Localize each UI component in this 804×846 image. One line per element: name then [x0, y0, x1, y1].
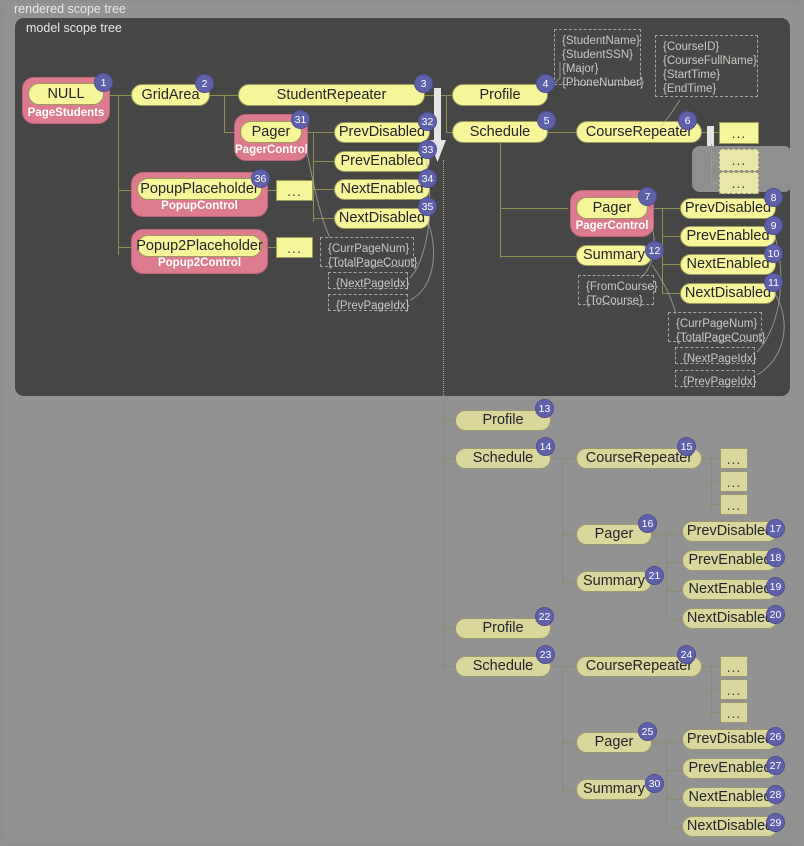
- repeater-instance-box[interactable]: ...: [720, 702, 748, 723]
- repeater-instance-box[interactable]: ...: [720, 656, 748, 677]
- badge-1: 1: [94, 73, 113, 92]
- badge-16: 16: [638, 514, 657, 533]
- connector: [666, 534, 667, 620]
- badge-23: 23: [536, 645, 555, 664]
- connector: [562, 666, 563, 791]
- connector: [666, 799, 682, 800]
- badge-26: 26: [766, 727, 785, 746]
- badge-5: 5: [537, 111, 556, 130]
- connector: [551, 458, 576, 459]
- connector: [443, 458, 455, 459]
- repeater-instance-box[interactable]: ...: [720, 679, 748, 700]
- connector: [711, 481, 720, 482]
- connector: [666, 827, 682, 828]
- badge-4: 4: [536, 74, 555, 93]
- connector: [666, 742, 667, 828]
- diagram-canvas: rendered scope tree model scope tree Pag…: [0, 0, 804, 846]
- badge-31: 31: [291, 110, 310, 129]
- connector: [711, 666, 712, 716]
- badge-13: 13: [535, 399, 554, 418]
- badge-12: 12: [645, 241, 664, 260]
- connector: [666, 619, 682, 620]
- badge-2: 2: [195, 74, 214, 93]
- badge-8: 8: [764, 188, 783, 207]
- badge-3: 3: [414, 74, 433, 93]
- connector: [443, 666, 455, 667]
- connector: [551, 666, 576, 667]
- node-prevdisabled-3[interactable]: PrevDisabled: [682, 521, 778, 542]
- badge-34: 34: [418, 169, 437, 188]
- connector: [443, 628, 455, 629]
- badge-6: 6: [678, 111, 697, 130]
- connector: [443, 420, 455, 421]
- connector: [711, 458, 712, 508]
- connector: [711, 689, 720, 690]
- badge-19: 19: [766, 577, 785, 596]
- node-nextdisabled-3[interactable]: NextDisabled: [682, 608, 778, 629]
- badge-21: 21: [645, 566, 664, 585]
- connector: [652, 534, 682, 535]
- badge-9: 9: [764, 216, 783, 235]
- node-summary-2[interactable]: Summary: [576, 571, 652, 592]
- badge-29: 29: [766, 813, 785, 832]
- badge-7: 7: [638, 187, 657, 206]
- badge-14: 14: [536, 437, 555, 456]
- node-prevdisabled-4[interactable]: PrevDisabled: [682, 729, 778, 750]
- badge-10: 10: [764, 244, 783, 263]
- connector: [443, 404, 444, 669]
- node-prevenabled-3[interactable]: PrevEnabled: [682, 550, 778, 571]
- connector: [652, 742, 682, 743]
- badge-17: 17: [766, 519, 785, 538]
- badge-36: 36: [251, 169, 270, 188]
- badge-11: 11: [764, 273, 783, 292]
- badge-28: 28: [766, 785, 785, 804]
- badge-35: 35: [418, 197, 437, 216]
- badge-22: 22: [535, 607, 554, 626]
- repeater-instance-box[interactable]: ...: [720, 448, 748, 469]
- connector: [711, 712, 720, 713]
- badge-24: 24: [677, 645, 696, 664]
- badge-27: 27: [766, 756, 785, 775]
- badge-30: 30: [645, 774, 664, 793]
- node-nextdisabled-4[interactable]: NextDisabled: [682, 816, 778, 837]
- connector: [562, 458, 563, 583]
- badge-32: 32: [418, 112, 437, 131]
- connector: [711, 504, 720, 505]
- node-prevenabled-4[interactable]: PrevEnabled: [682, 758, 778, 779]
- connector: [562, 582, 576, 583]
- repeater-instance-box[interactable]: ...: [720, 471, 748, 492]
- connector: [666, 591, 682, 592]
- badge-18: 18: [766, 548, 785, 567]
- node-summary-3[interactable]: Summary: [576, 779, 652, 800]
- node-nextenabled-4[interactable]: NextEnabled: [682, 787, 778, 808]
- connector: [562, 790, 576, 791]
- connector: [562, 742, 576, 743]
- badge-25: 25: [638, 722, 657, 741]
- badge-33: 33: [418, 140, 437, 159]
- repeater-instance-box[interactable]: ...: [720, 494, 748, 515]
- connector: [666, 562, 682, 563]
- connector: [666, 770, 682, 771]
- node-nextenabled-3[interactable]: NextEnabled: [682, 579, 778, 600]
- badge-15: 15: [677, 437, 696, 456]
- badge-20: 20: [766, 605, 785, 624]
- connector: [562, 534, 576, 535]
